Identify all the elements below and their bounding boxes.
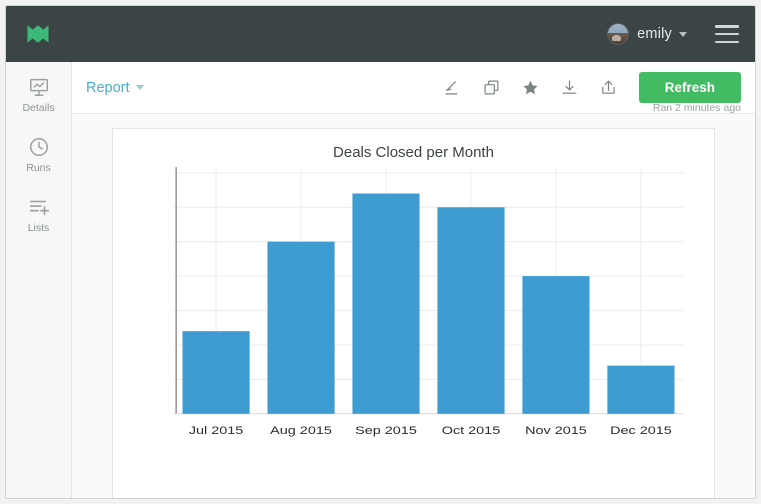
star-icon[interactable] — [522, 79, 539, 96]
x-axis-label: Nov 2015 — [525, 424, 587, 437]
top-navbar: emily — [6, 6, 755, 62]
report-label: Report — [86, 79, 130, 96]
left-sidebar: Details Runs Lists — [6, 62, 72, 498]
chevron-down-icon — [135, 85, 144, 91]
x-axis-label: Sep 2015 — [355, 424, 417, 437]
sidebar-item-label: Details — [22, 102, 55, 114]
content-area: Report Refresh Ran 2 minutes ago Deals C… — [72, 62, 755, 498]
report-toolbar: Report Refresh Ran 2 minutes ago — [72, 62, 755, 114]
download-icon[interactable] — [561, 79, 578, 96]
share-upload-icon[interactable] — [600, 79, 617, 96]
chart-card: Deals Closed per Month Jul 2015 Aug 2015 S… — [112, 128, 715, 498]
navbar-right-group: emily — [607, 23, 739, 45]
hamburger-line — [715, 32, 739, 36]
chevron-down-icon[interactable] — [679, 31, 687, 37]
duplicate-icon[interactable] — [483, 79, 500, 96]
x-axis-label: Jul 2015 — [189, 424, 243, 437]
x-axis-label: Aug 2015 — [270, 424, 332, 437]
chart-title: Deals Closed per Month — [333, 144, 494, 161]
username-label[interactable]: emily — [637, 26, 672, 42]
browser-window: emily Details Runs Lists Report Refresh … — [5, 5, 756, 499]
m-logo-icon[interactable] — [24, 20, 52, 48]
ran-status-label: Ran 2 minutes ago — [652, 102, 741, 114]
presentation-chart-icon — [28, 76, 50, 98]
edit-pencil-icon[interactable] — [444, 79, 461, 96]
hamburger-line — [715, 25, 739, 28]
chart-panel-area: Deals Closed per Month Jul 2015 Aug 2015 S… — [72, 114, 755, 498]
sidebar-item-lists[interactable]: Lists — [6, 196, 71, 234]
refresh-group: Refresh Ran 2 minutes ago — [638, 72, 741, 114]
chart-svg: Jul 2015 Aug 2015 Sep 2015 Oct 2015 Nov 2015… — [171, 169, 686, 437]
clock-icon — [28, 136, 50, 158]
refresh-button[interactable]: Refresh — [638, 72, 741, 103]
sidebar-item-label: Runs — [26, 162, 51, 174]
bar-chart[interactable]: Jul 2015 Aug 2015 Sep 2015 Oct 2015 Nov 2015… — [171, 169, 686, 457]
toolbar-icon-group — [444, 79, 617, 96]
sidebar-item-details[interactable]: Details — [6, 76, 71, 114]
body-row: Details Runs Lists Report Refresh Ran 2 … — [6, 62, 755, 498]
x-axis-label: Oct 2015 — [442, 424, 500, 437]
app-root: emily Details Runs Lists Report Refresh … — [0, 0, 761, 504]
hamburger-line — [715, 40, 739, 43]
sidebar-item-runs[interactable]: Runs — [6, 136, 71, 174]
x-axis-label: Dec 2015 — [610, 424, 672, 437]
report-dropdown[interactable]: Report — [86, 80, 144, 96]
hamburger-menu-icon[interactable] — [715, 25, 739, 43]
user-avatar[interactable] — [607, 23, 630, 45]
sidebar-item-label: Lists — [27, 222, 50, 234]
list-add-icon — [28, 196, 50, 218]
